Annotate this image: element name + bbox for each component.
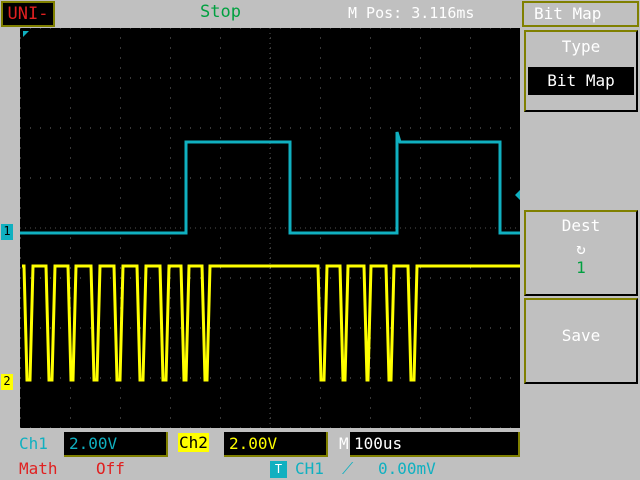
math-value: Off: [96, 459, 125, 478]
trigger-level: 0.00mV: [378, 459, 436, 478]
trigger-source: CH1: [295, 459, 324, 478]
brand-logo: UNI-T: [1, 1, 55, 46]
ch1-scale: 2.00V: [64, 432, 168, 457]
main-position-readout: M Pos: 3.116ms: [348, 4, 475, 22]
waveform-display: [20, 27, 521, 429]
math-label[interactable]: Math: [19, 459, 58, 478]
trigger-position-marker: [23, 31, 29, 37]
timebase-scale: 100us: [350, 432, 520, 457]
type-label: Type: [561, 37, 601, 56]
ch2-label[interactable]: Ch2: [178, 433, 209, 452]
acquisition-status: Stop: [200, 2, 241, 22]
menu-title: Bit Map: [522, 1, 639, 27]
menu-save-button[interactable]: Save: [524, 298, 638, 384]
menu-type-button[interactable]: Type Bit Map: [524, 30, 638, 112]
type-selected-value: Bit Map: [528, 67, 634, 95]
ch2-trace: [22, 264, 520, 382]
ch1-label[interactable]: Ch1: [19, 434, 48, 453]
ch2-ground-marker[interactable]: 2: [1, 374, 13, 390]
trigger-level-marker: [515, 190, 520, 200]
save-label: Save: [561, 326, 601, 345]
trigger-slope-icon: ⟋: [342, 459, 354, 478]
ch2-scale: 2.00V: [224, 432, 328, 457]
timebase-label: M: [339, 434, 349, 453]
ch1-ground-marker[interactable]: 1: [1, 224, 13, 240]
menu-dest-button[interactable]: Dest ↻ 1: [524, 210, 638, 296]
dest-label: Dest: [561, 216, 601, 235]
trigger-icon: T: [270, 461, 287, 478]
dest-value: 1: [576, 258, 586, 277]
waveform-svg: [20, 27, 521, 429]
rotate-knob-icon: ↻: [576, 239, 586, 258]
